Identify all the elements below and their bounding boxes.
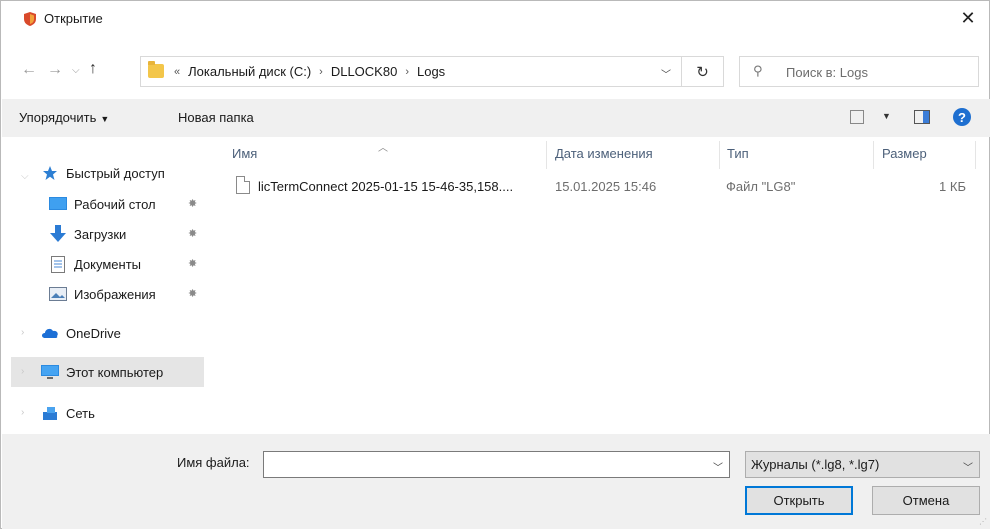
column-header-type[interactable]: Тип [727,146,749,161]
search-icon: ⚲ [753,63,763,78]
filename-field[interactable]: ﹀ [263,451,730,478]
preview-pane-icon[interactable] [914,110,930,124]
pictures-icon [49,286,67,302]
sidebar-item-pictures[interactable]: Изображения [49,280,156,308]
command-bar: Упорядочить ▼ Новая папка ▼ ? [2,99,990,137]
address-dropdown-icon[interactable]: ﹀ [661,66,671,81]
view-options-icon[interactable] [850,110,864,124]
title-bar: Открытие ✕ [1,1,990,37]
sidebar-item-label: Быстрый доступ [66,165,165,181]
file-type: Файл "LG8" [726,179,796,194]
file-size: 1 КБ [939,179,966,194]
download-icon [49,225,67,242]
search-box[interactable]: ⚲ Поиск в: Logs [739,56,979,87]
open-button[interactable]: Открыть [745,486,853,515]
star-icon [41,165,59,181]
organize-button[interactable]: Упорядочить ▼ [19,110,109,125]
breadcrumb-item-logs[interactable]: Logs [417,64,445,79]
expand-chevron-icon[interactable]: › [21,407,24,418]
sidebar-item-label: Загрузки [74,226,127,242]
sidebar-item-documents[interactable]: Документы [49,250,141,278]
caret-down-icon: ▼ [100,114,110,124]
sidebar-item-label: OneDrive [66,325,121,341]
cloud-icon [41,325,59,341]
pin-icon[interactable]: ✸ [188,257,197,270]
sidebar-item-label: Документы [74,256,142,272]
sidebar-item-quick-access[interactable]: Быстрый доступ [41,159,165,187]
search-input[interactable]: Поиск в: Logs [786,65,868,80]
filename-label: Имя файла: [177,455,250,470]
column-header-name[interactable]: Имя [232,146,257,161]
file-icon [236,176,250,194]
up-arrow-icon[interactable]: ↑ [89,60,97,78]
help-icon[interactable]: ? [953,108,971,126]
chevron-down-icon[interactable]: ﹀ [713,459,723,474]
sidebar-item-label: Изображения [74,286,156,302]
refresh-icon: ↻ [696,63,709,81]
sidebar-item-onedrive[interactable]: OneDrive [41,319,121,347]
close-button[interactable]: ✕ [945,1,990,35]
overflow-chevron-icon[interactable]: « [174,66,180,78]
app-icon [24,12,36,26]
column-header-size[interactable]: Размер [882,146,927,161]
desktop-icon [49,196,67,212]
refresh-button[interactable]: ↻ [682,56,724,87]
sidebar-item-label: Рабочий стол [74,196,156,212]
back-arrow-icon[interactable]: ← [21,61,37,79]
pin-icon[interactable]: ✸ [188,287,197,300]
column-header-date[interactable]: Дата изменения [555,146,653,161]
view-caret-icon[interactable]: ▼ [882,111,891,121]
sidebar-item-label: Сеть [66,405,95,421]
breadcrumb-separator-icon: › [405,65,409,78]
column-divider[interactable] [873,141,874,169]
network-icon [41,405,59,421]
pin-icon[interactable]: ✸ [188,197,197,210]
cancel-button[interactable]: Отмена [872,486,980,515]
forward-arrow-icon[interactable]: → [47,61,63,79]
pin-icon[interactable]: ✸ [188,227,197,240]
breadcrumb-item-drive[interactable]: Локальный диск (C:) [188,64,311,79]
file-date: 15.01.2025 15:46 [555,179,657,194]
computer-icon [41,364,59,380]
open-dialog: Открытие ✕ ← → ⌵ ↑ « Локальный диск (C:)… [0,0,990,529]
documents-icon [49,255,67,273]
recent-locations-chevron-icon[interactable]: ⌵ [72,65,80,76]
column-divider[interactable] [719,141,720,169]
window-title: Открытие [44,11,103,26]
resize-grip-icon[interactable]: ⋰ [979,517,987,526]
address-bar[interactable]: « Локальный диск (C:) › DLLOCK80 › Logs … [140,56,682,87]
bottom-panel: Имя файла: ﹀ Журналы (*.lg8, *.lg7) ﹀ От… [2,434,990,529]
navigation-pane: ⌵ Быстрый доступ Рабочий стол ✸ Загрузки… [2,137,212,434]
sidebar-item-downloads[interactable]: Загрузки [49,220,126,248]
breadcrumb-item-dllock80[interactable]: DLLOCK80 [331,64,397,79]
organize-label: Упорядочить [19,110,97,125]
sidebar-item-network[interactable]: Сеть [41,399,95,427]
column-divider[interactable] [546,141,547,169]
breadcrumb: « Локальный диск (C:) › DLLOCK80 › Logs [174,64,445,79]
breadcrumb-separator-icon: › [319,65,323,78]
file-name: licTermConnect 2025-01-15 15-46-35,158..… [258,179,514,194]
sort-ascending-icon: ︿ [378,143,388,154]
expand-chevron-icon[interactable]: › [21,366,24,377]
new-folder-button[interactable]: Новая папка [178,110,254,125]
sidebar-item-this-pc[interactable]: › Этот компьютер [11,357,204,387]
expand-chevron-icon[interactable]: › [21,327,24,338]
file-type-filter[interactable]: Журналы (*.lg8, *.lg7) ﹀ [745,451,980,478]
sidebar-item-label: Этот компьютер [66,364,164,380]
file-row[interactable]: licTermConnect 2025-01-15 15-46-35,158..… [230,175,975,199]
column-divider[interactable] [975,141,976,169]
file-type-filter-value: Журналы (*.lg8, *.lg7) [751,457,880,472]
sidebar-item-desktop[interactable]: Рабочий стол [49,190,156,218]
close-icon: ✕ [960,7,976,28]
chevron-down-icon: ﹀ [963,463,973,474]
expand-chevron-icon[interactable]: ⌵ [21,171,29,182]
folder-icon [148,61,164,78]
